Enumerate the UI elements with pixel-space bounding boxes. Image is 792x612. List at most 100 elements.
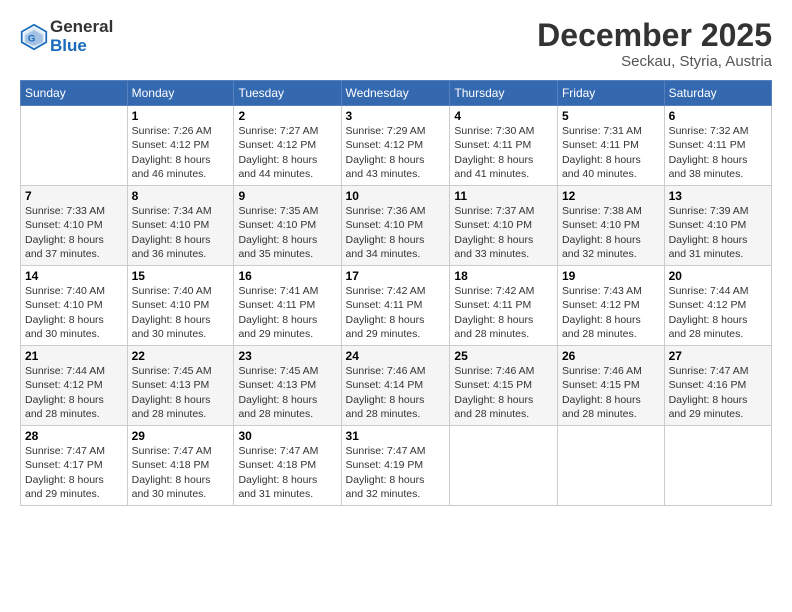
logo: G General Blue (20, 18, 113, 55)
calendar-day-cell: 28Sunrise: 7:47 AM Sunset: 4:17 PM Dayli… (21, 426, 128, 506)
day-number: 7 (25, 189, 123, 203)
day-info: Sunrise: 7:45 AM Sunset: 4:13 PM Dayligh… (132, 364, 230, 421)
day-info: Sunrise: 7:27 AM Sunset: 4:12 PM Dayligh… (238, 124, 336, 181)
day-number: 3 (346, 109, 446, 123)
day-info: Sunrise: 7:42 AM Sunset: 4:11 PM Dayligh… (346, 284, 446, 341)
logo-icon: G (20, 23, 48, 51)
calendar-day-cell: 10Sunrise: 7:36 AM Sunset: 4:10 PM Dayli… (341, 186, 450, 266)
day-number: 6 (669, 109, 767, 123)
calendar-day-cell: 12Sunrise: 7:38 AM Sunset: 4:10 PM Dayli… (557, 186, 664, 266)
day-info: Sunrise: 7:47 AM Sunset: 4:16 PM Dayligh… (669, 364, 767, 421)
logo-text: General Blue (50, 18, 113, 55)
location: Seckau, Styria, Austria (537, 53, 772, 70)
day-info: Sunrise: 7:36 AM Sunset: 4:10 PM Dayligh… (346, 204, 446, 261)
day-number: 2 (238, 109, 336, 123)
calendar-week-row: 1Sunrise: 7:26 AM Sunset: 4:12 PM Daylig… (21, 106, 772, 186)
calendar-day-cell: 21Sunrise: 7:44 AM Sunset: 4:12 PM Dayli… (21, 346, 128, 426)
calendar-day-cell: 15Sunrise: 7:40 AM Sunset: 4:10 PM Dayli… (127, 266, 234, 346)
calendar-day-cell (557, 426, 664, 506)
day-info: Sunrise: 7:47 AM Sunset: 4:17 PM Dayligh… (25, 444, 123, 501)
calendar-day-cell (664, 426, 771, 506)
day-number: 17 (346, 269, 446, 283)
calendar-day-cell: 9Sunrise: 7:35 AM Sunset: 4:10 PM Daylig… (234, 186, 341, 266)
day-info: Sunrise: 7:26 AM Sunset: 4:12 PM Dayligh… (132, 124, 230, 181)
calendar-day-cell: 11Sunrise: 7:37 AM Sunset: 4:10 PM Dayli… (450, 186, 558, 266)
day-number: 23 (238, 349, 336, 363)
logo-general: General (50, 18, 113, 37)
day-number: 31 (346, 429, 446, 443)
day-number: 13 (669, 189, 767, 203)
day-number: 24 (346, 349, 446, 363)
day-info: Sunrise: 7:37 AM Sunset: 4:10 PM Dayligh… (454, 204, 553, 261)
day-info: Sunrise: 7:41 AM Sunset: 4:11 PM Dayligh… (238, 284, 336, 341)
calendar-day-cell: 31Sunrise: 7:47 AM Sunset: 4:19 PM Dayli… (341, 426, 450, 506)
day-info: Sunrise: 7:46 AM Sunset: 4:14 PM Dayligh… (346, 364, 446, 421)
day-info: Sunrise: 7:38 AM Sunset: 4:10 PM Dayligh… (562, 204, 660, 261)
calendar-week-row: 21Sunrise: 7:44 AM Sunset: 4:12 PM Dayli… (21, 346, 772, 426)
day-info: Sunrise: 7:31 AM Sunset: 4:11 PM Dayligh… (562, 124, 660, 181)
calendar-day-header: Saturday (664, 81, 771, 106)
calendar-day-header: Wednesday (341, 81, 450, 106)
day-info: Sunrise: 7:47 AM Sunset: 4:19 PM Dayligh… (346, 444, 446, 501)
calendar-day-cell: 19Sunrise: 7:43 AM Sunset: 4:12 PM Dayli… (557, 266, 664, 346)
day-number: 15 (132, 269, 230, 283)
calendar-day-header: Monday (127, 81, 234, 106)
calendar-day-cell: 22Sunrise: 7:45 AM Sunset: 4:13 PM Dayli… (127, 346, 234, 426)
calendar-day-cell: 13Sunrise: 7:39 AM Sunset: 4:10 PM Dayli… (664, 186, 771, 266)
day-number: 20 (669, 269, 767, 283)
day-number: 1 (132, 109, 230, 123)
day-number: 11 (454, 189, 553, 203)
day-number: 19 (562, 269, 660, 283)
calendar-week-row: 28Sunrise: 7:47 AM Sunset: 4:17 PM Dayli… (21, 426, 772, 506)
day-number: 16 (238, 269, 336, 283)
day-info: Sunrise: 7:34 AM Sunset: 4:10 PM Dayligh… (132, 204, 230, 261)
day-number: 9 (238, 189, 336, 203)
day-number: 27 (669, 349, 767, 363)
calendar-day-cell: 3Sunrise: 7:29 AM Sunset: 4:12 PM Daylig… (341, 106, 450, 186)
calendar-day-cell: 26Sunrise: 7:46 AM Sunset: 4:15 PM Dayli… (557, 346, 664, 426)
svg-text:G: G (28, 33, 35, 44)
day-number: 21 (25, 349, 123, 363)
day-number: 18 (454, 269, 553, 283)
day-number: 25 (454, 349, 553, 363)
calendar-day-cell: 5Sunrise: 7:31 AM Sunset: 4:11 PM Daylig… (557, 106, 664, 186)
day-info: Sunrise: 7:35 AM Sunset: 4:10 PM Dayligh… (238, 204, 336, 261)
calendar-day-header: Tuesday (234, 81, 341, 106)
calendar-day-cell: 14Sunrise: 7:40 AM Sunset: 4:10 PM Dayli… (21, 266, 128, 346)
calendar-day-cell: 1Sunrise: 7:26 AM Sunset: 4:12 PM Daylig… (127, 106, 234, 186)
calendar-day-cell: 20Sunrise: 7:44 AM Sunset: 4:12 PM Dayli… (664, 266, 771, 346)
day-number: 26 (562, 349, 660, 363)
calendar-header-row: SundayMondayTuesdayWednesdayThursdayFrid… (21, 81, 772, 106)
day-info: Sunrise: 7:46 AM Sunset: 4:15 PM Dayligh… (562, 364, 660, 421)
day-info: Sunrise: 7:40 AM Sunset: 4:10 PM Dayligh… (25, 284, 123, 341)
calendar-day-cell: 23Sunrise: 7:45 AM Sunset: 4:13 PM Dayli… (234, 346, 341, 426)
calendar-day-cell (450, 426, 558, 506)
day-info: Sunrise: 7:47 AM Sunset: 4:18 PM Dayligh… (132, 444, 230, 501)
day-number: 30 (238, 429, 336, 443)
calendar-day-cell: 25Sunrise: 7:46 AM Sunset: 4:15 PM Dayli… (450, 346, 558, 426)
header: G General Blue December 2025 Seckau, Sty… (20, 18, 772, 70)
calendar-day-cell: 7Sunrise: 7:33 AM Sunset: 4:10 PM Daylig… (21, 186, 128, 266)
calendar-day-cell: 29Sunrise: 7:47 AM Sunset: 4:18 PM Dayli… (127, 426, 234, 506)
day-info: Sunrise: 7:47 AM Sunset: 4:18 PM Dayligh… (238, 444, 336, 501)
day-info: Sunrise: 7:42 AM Sunset: 4:11 PM Dayligh… (454, 284, 553, 341)
day-number: 29 (132, 429, 230, 443)
day-info: Sunrise: 7:46 AM Sunset: 4:15 PM Dayligh… (454, 364, 553, 421)
day-info: Sunrise: 7:45 AM Sunset: 4:13 PM Dayligh… (238, 364, 336, 421)
day-number: 14 (25, 269, 123, 283)
day-number: 12 (562, 189, 660, 203)
calendar-day-cell: 8Sunrise: 7:34 AM Sunset: 4:10 PM Daylig… (127, 186, 234, 266)
calendar-week-row: 14Sunrise: 7:40 AM Sunset: 4:10 PM Dayli… (21, 266, 772, 346)
day-number: 8 (132, 189, 230, 203)
calendar-day-cell: 16Sunrise: 7:41 AM Sunset: 4:11 PM Dayli… (234, 266, 341, 346)
page: G General Blue December 2025 Seckau, Sty… (0, 0, 792, 612)
calendar-day-cell: 2Sunrise: 7:27 AM Sunset: 4:12 PM Daylig… (234, 106, 341, 186)
month-year: December 2025 (537, 18, 772, 53)
day-info: Sunrise: 7:39 AM Sunset: 4:10 PM Dayligh… (669, 204, 767, 261)
calendar-day-cell: 30Sunrise: 7:47 AM Sunset: 4:18 PM Dayli… (234, 426, 341, 506)
logo-blue: Blue (50, 37, 113, 56)
calendar-table: SundayMondayTuesdayWednesdayThursdayFrid… (20, 80, 772, 506)
calendar-day-cell: 24Sunrise: 7:46 AM Sunset: 4:14 PM Dayli… (341, 346, 450, 426)
day-info: Sunrise: 7:40 AM Sunset: 4:10 PM Dayligh… (132, 284, 230, 341)
calendar-day-cell: 4Sunrise: 7:30 AM Sunset: 4:11 PM Daylig… (450, 106, 558, 186)
